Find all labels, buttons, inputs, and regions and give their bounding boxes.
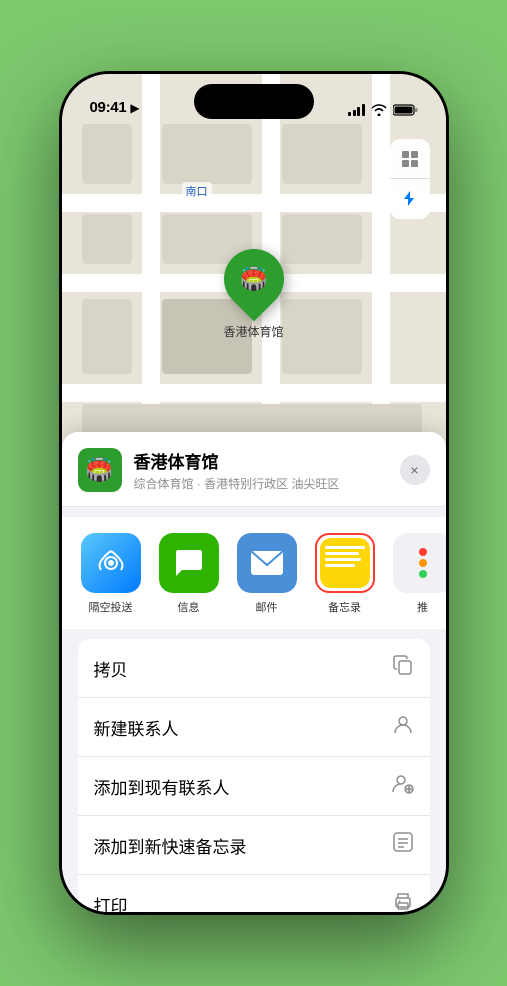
phone-frame: 09:41 ▶ [59,71,449,915]
airdrop-icon [81,533,141,593]
phone-screen: 09:41 ▶ [62,74,446,912]
share-row: 隔空投送 信息 [62,517,446,629]
share-airdrop[interactable]: 隔空投送 [78,533,144,615]
dynamic-island [194,84,314,119]
print-icon [392,890,414,912]
map-block [82,299,132,374]
action-add-existing[interactable]: 添加到现有联系人 [78,757,430,816]
mail-icon [237,533,297,593]
add-existing-icon [392,772,414,800]
venue-header: 🏟️ 香港体育馆 综合体育馆 · 香港特别行政区 油尖旺区 × [62,432,446,507]
map-block [162,124,252,184]
add-notes-icon [392,831,414,859]
new-contact-icon [392,713,414,741]
airdrop-label: 隔空投送 [89,599,133,615]
action-new-contact[interactable]: 新建联系人 [78,698,430,757]
action-new-contact-label: 新建联系人 [94,715,179,740]
venue-info: 香港体育馆 综合体育馆 · 香港特别行政区 油尖旺区 [134,448,388,492]
message-icon [159,533,219,593]
venue-subtitle: 综合体育馆 · 香港特别行政区 油尖旺区 [134,475,388,492]
map-block [82,124,132,184]
bottom-sheet: 🏟️ 香港体育馆 综合体育馆 · 香港特别行政区 油尖旺区 × [62,432,446,912]
map-block [282,124,362,184]
action-copy-label: 拷贝 [94,656,128,681]
more-dots-icon [419,548,427,578]
notes-icon [320,538,370,588]
map-controls [390,139,430,219]
wifi-icon [371,104,387,116]
notes-icon-wrap [315,533,375,593]
signal-icon [348,104,365,116]
action-add-existing-label: 添加到现有联系人 [94,774,230,799]
map-block [82,214,132,264]
share-more[interactable]: 推 [390,533,446,615]
map-block [282,299,362,374]
action-print[interactable]: 打印 [78,875,430,912]
location-icon: ▶ [130,101,139,115]
status-icons [348,104,418,116]
action-copy[interactable]: 拷贝 [78,639,430,698]
battery-icon [393,104,418,116]
close-button[interactable]: × [400,455,430,485]
message-label: 信息 [178,599,200,615]
venue-icon: 🏟️ [78,448,122,492]
status-time: 09:41 [90,99,127,116]
map-type-button[interactable] [390,139,430,179]
notes-label: 备忘录 [328,599,361,615]
map-block [282,214,362,264]
map-label: 南口 [182,182,212,200]
venue-pin: 🏟️ 香港体育馆 [223,249,283,340]
pin-icon: 🏟️ [211,237,296,322]
more-label: 推 [417,599,428,615]
location-button[interactable] [390,179,430,219]
share-notes[interactable]: 备忘录 [312,533,378,615]
share-message[interactable]: 信息 [156,533,222,615]
share-mail[interactable]: 邮件 [234,533,300,615]
venue-title: 香港体育馆 [134,448,388,473]
more-icon-wrap [393,533,446,593]
venue-map-label: 香港体育馆 [223,323,283,340]
copy-icon [392,654,414,682]
action-add-notes-label: 添加到新快速备忘录 [94,833,247,858]
action-print-label: 打印 [94,892,128,913]
action-list: 拷贝 新建联系人 [78,639,430,912]
mail-label: 邮件 [256,599,278,615]
action-add-notes[interactable]: 添加到新快速备忘录 [78,816,430,875]
